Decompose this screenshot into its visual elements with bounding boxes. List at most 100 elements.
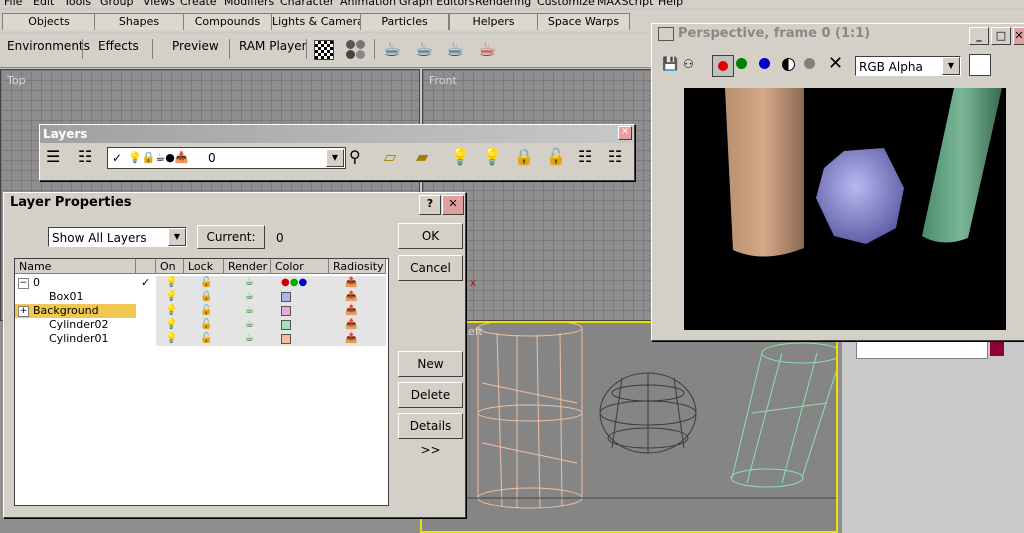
color-swatch[interactable] (281, 306, 291, 316)
current-layer-dropdown[interactable]: ✓ 💡🔒☕●📥 0 ▼ (107, 147, 346, 169)
menu-item[interactable]: Customize (537, 0, 595, 8)
radiosity-icon[interactable]: 📤 (345, 276, 357, 290)
render-teapot-icon[interactable]: ☕ (245, 332, 254, 346)
radiosity-icon[interactable]: 📤 (345, 318, 357, 332)
minimize-icon[interactable]: _ (969, 27, 989, 45)
layer-name-cell[interactable]: −0 (15, 276, 136, 290)
menu-item[interactable]: File (4, 0, 22, 8)
channel-dropdown[interactable]: RGB Alpha ▼ (855, 56, 961, 76)
current-button[interactable]: Current: (197, 225, 265, 249)
table-row[interactable]: Cylinder01 💡 🔓 ☕ 📤 (15, 332, 386, 346)
filter-dropdown[interactable]: Show All Layers ▼ (48, 227, 187, 247)
tab[interactable]: Objects (2, 13, 96, 30)
chevron-down-icon[interactable]: ▼ (942, 57, 960, 75)
viewport-perspective[interactable]: Left (420, 321, 838, 533)
radiosity-icon[interactable]: 📤 (345, 304, 357, 318)
red-channel-toggle[interactable] (712, 55, 734, 77)
menu-item[interactable]: Rendering (475, 0, 531, 8)
color-multi-icon[interactable]: ●●● (281, 276, 307, 290)
menu-item[interactable]: Edit (33, 0, 54, 8)
render-scene-icon[interactable]: ☕ (383, 37, 401, 61)
render-teapot-icon[interactable]: ☕ (245, 276, 254, 290)
tab[interactable]: Space Warps (537, 13, 630, 30)
close-icon[interactable]: ✕ (442, 195, 464, 215)
tab[interactable]: Helpers (449, 13, 538, 30)
table-row[interactable]: Cylinder02 💡 🔓 ☕ 📤 (15, 318, 386, 332)
environments-button[interactable]: Environments (7, 39, 90, 53)
layer-name-cell[interactable]: Box01 (15, 290, 136, 304)
on-bulb-icon[interactable]: 💡 (165, 332, 177, 346)
unlock-icon[interactable]: 🔓 (546, 147, 566, 166)
layer-manager-icon[interactable]: ☰ (46, 147, 60, 166)
tab[interactable]: Shapes (94, 13, 184, 30)
activeshade-icon[interactable]: ☕ (478, 37, 496, 61)
menu-item[interactable]: Create (180, 0, 217, 8)
lock-icon[interactable]: 🔒 (200, 290, 212, 304)
menu-item[interactable]: MAXScript (597, 0, 653, 8)
create-layer-icon[interactable]: ▱ (384, 147, 396, 166)
tab[interactable]: Lights & Cameras (271, 13, 370, 30)
on-bulb-icon[interactable]: 💡 (165, 276, 177, 290)
lock-icon[interactable]: 🔒 (514, 147, 534, 166)
color-swatch[interactable] (281, 292, 291, 302)
menu-item[interactable]: Animation (340, 0, 396, 8)
layer-list-icon[interactable]: ☷ (78, 147, 92, 166)
lock-icon[interactable]: 🔓 (200, 332, 212, 346)
lock-icon[interactable]: 🔓 (200, 276, 212, 290)
render-teapot-icon[interactable]: ☕ (245, 304, 254, 318)
close-icon[interactable]: ✕ (618, 126, 632, 140)
maximize-icon[interactable]: □ (991, 27, 1011, 45)
clone-icon[interactable]: ⚇ (683, 57, 694, 71)
help-icon[interactable]: ? (419, 195, 441, 215)
preview-button[interactable]: Preview (172, 39, 219, 53)
expand-icon[interactable]: − (18, 278, 29, 289)
material-browser-icon[interactable] (345, 39, 367, 61)
menu-item[interactable]: Group (100, 0, 134, 8)
color-swatch[interactable] (969, 54, 991, 76)
column-header-name[interactable]: Name (15, 259, 136, 274)
table-row[interactable]: Box01 💡 🔒 ☕ 📤 (15, 290, 386, 304)
new-button[interactable]: New (398, 351, 463, 377)
clear-icon[interactable]: ✕ (828, 53, 843, 74)
layer-name-cell[interactable]: + Background (15, 304, 136, 318)
green-channel-toggle[interactable] (736, 58, 747, 69)
chevron-down-icon[interactable]: ▼ (168, 228, 186, 246)
blue-channel-toggle[interactable] (759, 58, 770, 69)
color-swatch[interactable] (281, 320, 291, 330)
column-header-radiosity[interactable]: Radiosity (329, 259, 386, 274)
material-editor-icon[interactable] (314, 40, 334, 60)
radiosity-icon[interactable]: 📤 (345, 290, 357, 304)
ok-button[interactable]: OK (398, 223, 463, 249)
delete-button[interactable]: Delete (398, 382, 463, 408)
column-header-render[interactable]: Render (224, 259, 271, 274)
object-props-icon[interactable]: ☷ (608, 147, 622, 166)
color-swatch[interactable] (281, 334, 291, 344)
layer-props-icon[interactable]: ☷ (578, 147, 592, 166)
quick-render-icon[interactable]: ☕ (415, 37, 433, 61)
layer-name-cell[interactable]: Cylinder01 (15, 332, 136, 346)
menu-item[interactable]: Graph Editors (399, 0, 475, 8)
add-to-layer-icon[interactable]: ▰ (416, 147, 428, 166)
mono-toggle[interactable] (804, 58, 815, 69)
menu-item[interactable]: Character (280, 0, 334, 8)
object-color-swatch[interactable] (990, 342, 1004, 356)
light-bulb-icon[interactable]: 💡 (482, 147, 502, 166)
render-teapot-icon[interactable]: ☕ (245, 290, 254, 304)
select-by-layer-icon[interactable]: ⚲ (349, 147, 361, 166)
details-button[interactable]: Details >> (398, 413, 463, 457)
command-panel-field[interactable] (856, 341, 988, 359)
radiosity-icon[interactable]: 📤 (345, 332, 357, 346)
tab[interactable]: Particles (360, 13, 449, 30)
tab[interactable]: Compounds (183, 13, 272, 30)
table-row[interactable]: −0 ✓ 💡 🔓 ☕ ●●● 📤 (15, 276, 386, 290)
menu-item[interactable]: Help (658, 0, 683, 8)
lock-icon[interactable]: 🔓 (200, 318, 212, 332)
table-row[interactable]: + Background 💡 🔓 ☕ 📤 (15, 304, 386, 318)
lock-icon[interactable]: 🔓 (200, 304, 212, 318)
close-icon[interactable]: ✕ (1013, 27, 1024, 45)
menu-item[interactable]: Modifiers (224, 0, 274, 8)
chevron-down-icon[interactable]: ▼ (326, 149, 344, 167)
expand-icon[interactable]: + (18, 306, 29, 317)
on-bulb-icon[interactable]: 💡 (165, 318, 177, 332)
layer-name-cell[interactable]: Cylinder02 (15, 318, 136, 332)
